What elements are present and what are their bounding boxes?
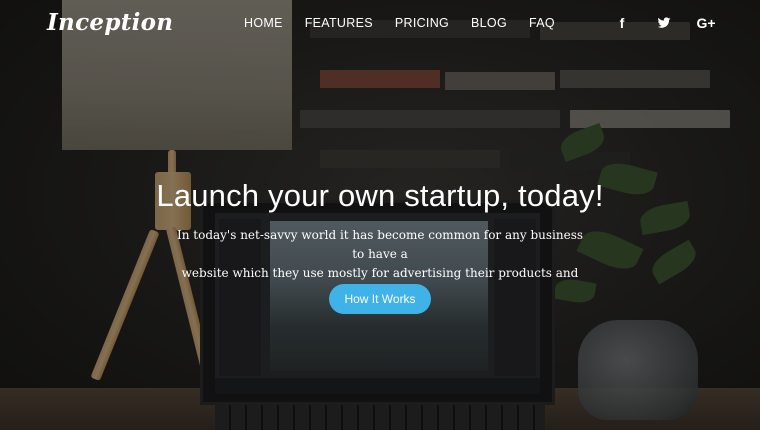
dark-overlay: [0, 0, 760, 430]
nav-item-faq[interactable]: FAQ: [529, 16, 555, 30]
hero-description-line1: In today's net-savvy world it has become…: [176, 228, 584, 261]
social-links: f G+: [612, 13, 738, 33]
google-plus-icon[interactable]: G+: [696, 13, 716, 33]
twitter-icon[interactable]: [654, 13, 674, 33]
how-it-works-button[interactable]: How It Works: [329, 284, 431, 314]
hero-title: Launch your own startup, today!: [156, 178, 604, 213]
main-nav: HOME FEATURES PRICING BLOG FAQ: [244, 16, 577, 30]
nav-item-blog[interactable]: BLOG: [471, 16, 507, 30]
nav-item-pricing[interactable]: PRICING: [395, 16, 449, 30]
facebook-icon[interactable]: f: [612, 13, 632, 33]
nav-item-features[interactable]: FEATURES: [305, 16, 373, 30]
nav-item-home[interactable]: HOME: [244, 16, 283, 30]
site-logo[interactable]: Inception: [47, 9, 173, 36]
